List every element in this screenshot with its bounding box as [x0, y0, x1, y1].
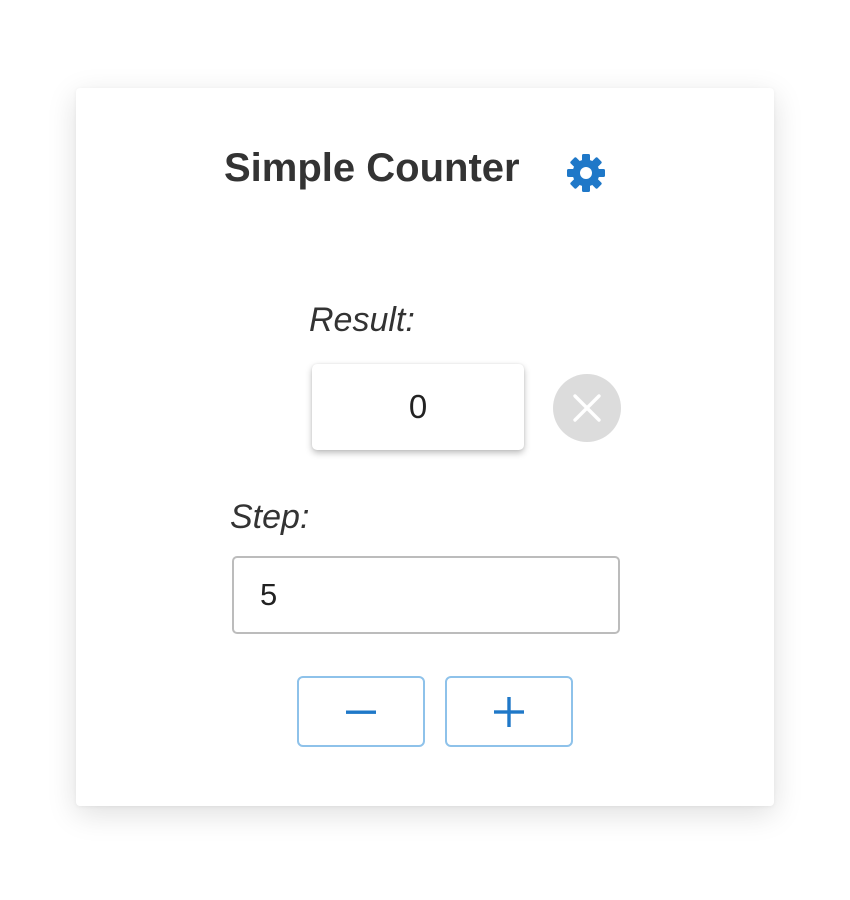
close-icon [572, 393, 602, 423]
decrement-button[interactable] [297, 676, 425, 747]
minus-icon [345, 696, 377, 728]
result-value: 0 [408, 388, 428, 425]
result-display: 0 [312, 364, 524, 450]
counter-card: Simple Counter Result: 0 Step: 5 [76, 88, 774, 806]
result-label: Result: [309, 301, 415, 339]
plus-icon [493, 696, 525, 728]
gear-icon [564, 151, 608, 195]
settings-button[interactable] [564, 151, 608, 195]
page-title: Simple Counter [224, 146, 520, 190]
step-input[interactable] [232, 556, 620, 634]
increment-button[interactable] [445, 676, 573, 747]
clear-button[interactable] [553, 374, 621, 442]
step-label: Step: [230, 498, 310, 536]
